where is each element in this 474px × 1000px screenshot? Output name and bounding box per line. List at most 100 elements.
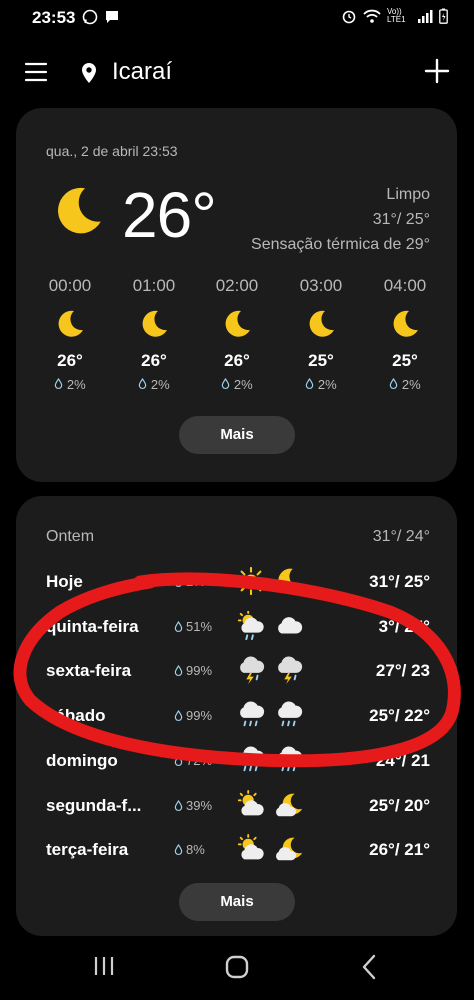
message-icon <box>106 11 118 23</box>
hourly-item: 02:00 26° 2% <box>207 276 267 392</box>
day-precipitation-value: 51% <box>186 618 213 634</box>
current-temperature: 26° <box>122 179 217 251</box>
day-precipitation-value: 99% <box>186 663 213 679</box>
day-temperatures: 3°/ 25° <box>378 616 430 636</box>
day-name: segunda-f... <box>46 795 142 815</box>
current-condition: Limpo <box>386 186 430 203</box>
current-high-low: 31°/ 25° <box>372 211 430 228</box>
moon-icon <box>54 308 86 340</box>
hour-time: 01:00 <box>132 276 176 295</box>
alarm-icon <box>342 10 356 24</box>
moon-icon <box>138 308 170 340</box>
precipitation-icon <box>221 378 230 389</box>
rain-cloud-icon <box>236 745 266 775</box>
moon-cloud-icon <box>274 790 304 820</box>
precipitation-icon <box>174 800 183 811</box>
day-name: terça-feira <box>46 840 129 860</box>
precipitation-icon <box>174 576 183 587</box>
day-name: sexta-feira <box>46 661 132 681</box>
wifi-icon <box>363 9 381 23</box>
status-notification-icons <box>82 9 120 25</box>
thunderstorm-icon <box>274 655 304 685</box>
sun-icon <box>236 566 266 596</box>
daily-row[interactable]: domingo 72% 24°/ 21 <box>46 745 430 785</box>
whatsapp-icon <box>82 9 98 25</box>
hourly-item: 01:00 26° 2% <box>124 276 184 392</box>
sun-cloud-rain-icon <box>236 611 266 641</box>
moon-icon <box>305 308 337 340</box>
precipitation-icon <box>174 844 183 855</box>
hour-precipitation: 2% <box>375 377 435 392</box>
precipitation-icon <box>305 378 314 389</box>
recent-apps-icon[interactable] <box>92 955 116 977</box>
hourly-more-button[interactable]: Mais <box>179 416 295 454</box>
day-precipitation: 8% <box>174 842 205 857</box>
home-icon[interactable] <box>224 954 250 980</box>
hour-precipitation-value: 2% <box>317 377 337 392</box>
daily-row[interactable]: sexta-feira 99% 27°/ 23 <box>46 655 430 695</box>
hour-precipitation: 2% <box>40 377 100 392</box>
thunderstorm-icon <box>236 655 266 685</box>
day-precipitation: 2% <box>174 574 205 589</box>
hour-temperature: 25° <box>392 351 418 370</box>
day-temperatures: 25°/ 20° <box>369 795 430 815</box>
cloud-icon <box>274 611 304 641</box>
hour-precipitation-value: 2% <box>401 377 421 392</box>
daily-row[interactable]: segunda-f... 39% 25°/ 20° <box>46 790 430 830</box>
hour-temperature: 26° <box>224 351 250 370</box>
hour-precipitation: 2% <box>291 377 351 392</box>
day-name: sábado <box>46 706 106 726</box>
precipitation-icon <box>174 755 183 766</box>
yesterday-label: Ontem <box>46 528 95 545</box>
precipitation-icon <box>174 621 183 632</box>
day-temperatures: 26°/ 21° <box>369 840 430 860</box>
daily-row[interactable]: sábado 99% 25°/ 22° <box>46 700 430 740</box>
status-time: 23:53 <box>32 8 76 27</box>
location-title[interactable]: Icaraí <box>112 58 172 86</box>
hour-precipitation-value: 2% <box>66 377 86 392</box>
precipitation-icon <box>174 710 183 721</box>
day-name: quinta-feira <box>46 616 139 636</box>
precipitation-icon <box>389 378 398 389</box>
day-precipitation-value: 8% <box>186 842 205 858</box>
hour-precipitation-value: 2% <box>233 377 253 392</box>
hour-temperature: 26° <box>57 351 83 370</box>
day-temperatures: 27°/ 23 <box>375 661 430 681</box>
hourly-item: 04:00 25° 2% <box>375 276 435 392</box>
network-label: Vo)) LTE1 <box>387 7 406 24</box>
day-name: Hoje <box>46 572 83 591</box>
daily-more-button[interactable]: Mais <box>179 883 295 921</box>
day-precipitation-value: 2% <box>186 574 205 589</box>
day-precipitation-value: 72% <box>186 752 213 768</box>
battery-icon <box>439 8 448 24</box>
precipitation-icon <box>174 665 183 676</box>
daily-row[interactable]: Hoje 2% 31°/ 25° <box>46 566 430 606</box>
moon-cloud-icon <box>274 834 304 864</box>
hourly-item: 03:00 25° 2% <box>291 276 351 392</box>
moon-icon <box>50 182 106 240</box>
hour-time: 02:00 <box>215 276 259 295</box>
add-location-icon[interactable] <box>424 58 450 84</box>
hour-time: 04:00 <box>383 276 427 295</box>
precipitation-icon <box>138 378 147 389</box>
rain-cloud-icon <box>236 700 266 730</box>
hourly-item: 00:00 26° 2% <box>40 276 100 392</box>
day-precipitation: 39% <box>174 798 212 813</box>
back-icon[interactable] <box>358 953 380 981</box>
day-precipitation: 72% <box>174 753 212 768</box>
day-temperatures: 31°/ 25° <box>369 572 430 591</box>
day-precipitation: 51% <box>174 619 212 634</box>
location-pin-icon <box>82 63 96 83</box>
daily-row[interactable]: terça-feira 8% 26°/ 21° <box>46 834 430 874</box>
hour-time: 00:00 <box>48 276 92 295</box>
current-feels-like: Sensação térmica de 29° <box>251 236 430 253</box>
moon-icon <box>389 308 421 340</box>
daily-row[interactable]: quinta-feira 51% 3°/ 25° <box>46 611 430 651</box>
rain-cloud-icon <box>274 745 304 775</box>
menu-icon[interactable] <box>24 60 48 84</box>
day-precipitation-value: 39% <box>186 797 213 813</box>
day-precipitation-value: 99% <box>186 708 213 724</box>
signal-icon <box>418 10 433 23</box>
day-name: domingo <box>46 750 118 770</box>
moon-icon <box>221 308 253 340</box>
